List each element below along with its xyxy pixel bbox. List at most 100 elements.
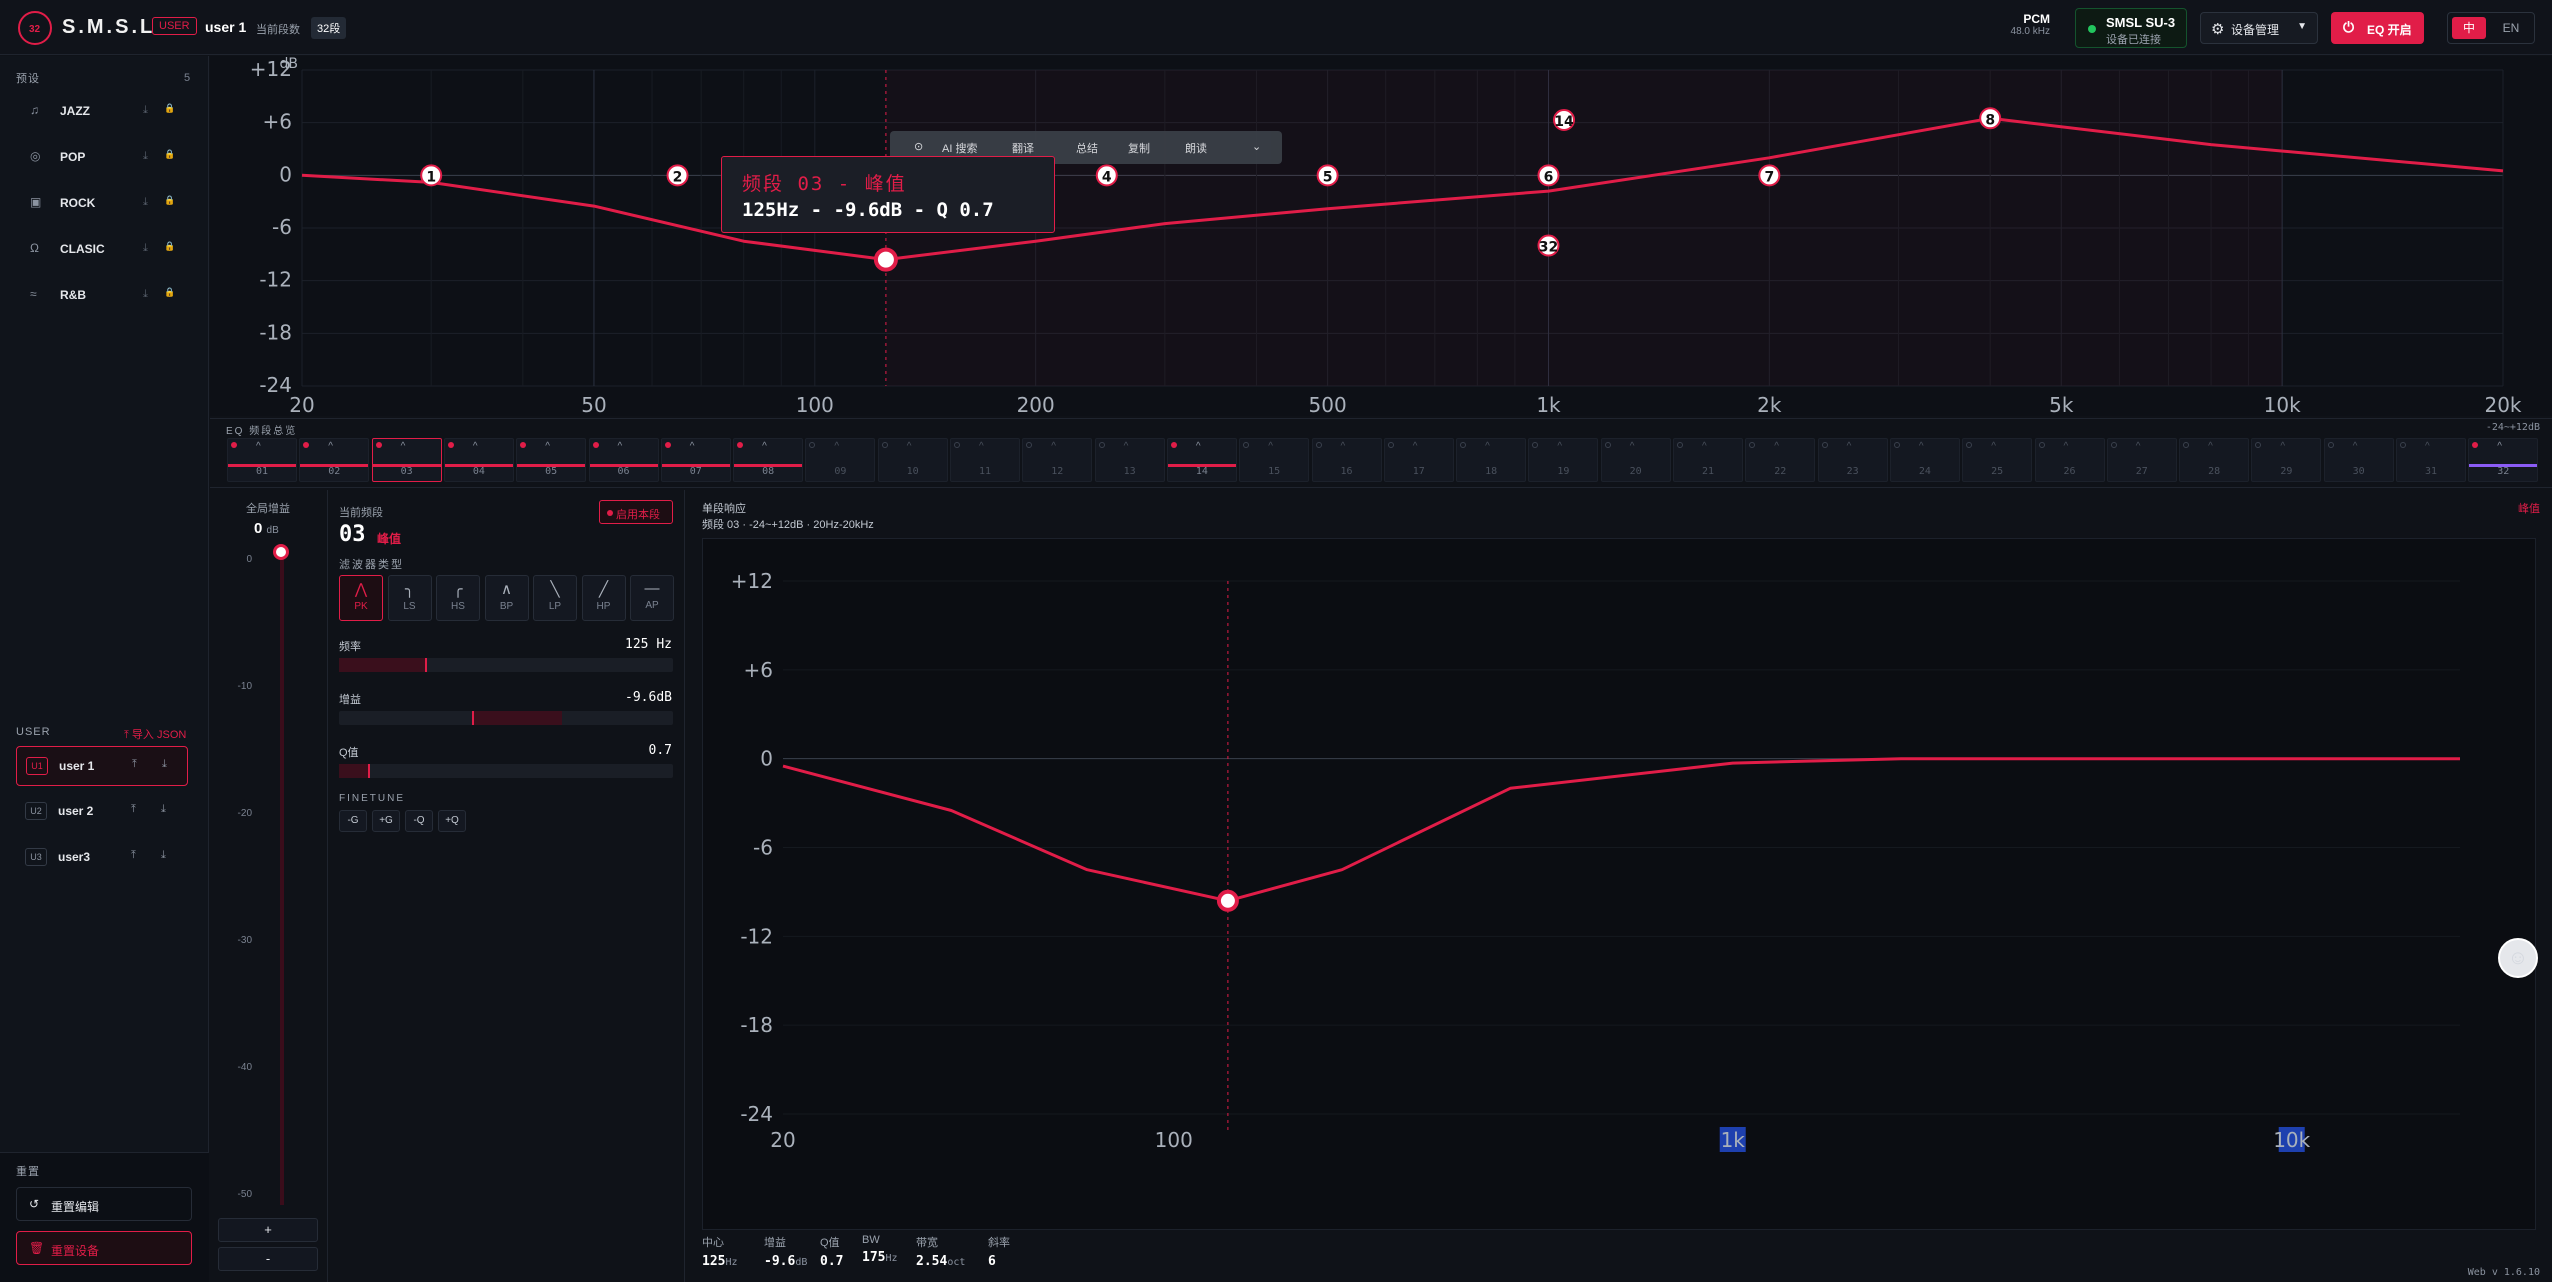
lock-icon[interactable]: 🔒 xyxy=(164,195,175,206)
download-icon[interactable]: ⤓ xyxy=(161,849,166,862)
export-icon[interactable]: ⤓ xyxy=(143,150,148,163)
filter-type-button[interactable]: ⋀ PK xyxy=(339,575,383,621)
band-cell[interactable]: ^ 30 xyxy=(2323,438,2394,482)
band-cell[interactable]: ^ 13 xyxy=(1094,438,1165,482)
eq-chart[interactable]: +12+60-6-12-18-2420 50 100 200 500 1k 2k 5k 10k 2… xyxy=(210,56,2552,417)
enable-band-button[interactable]: 启用本段 xyxy=(599,500,673,524)
lock-icon[interactable]: 🔒 xyxy=(164,241,175,252)
band-cell[interactable]: ^ 28 xyxy=(2179,438,2250,482)
gain-plus-button[interactable]: + xyxy=(218,1218,318,1242)
gain-knob[interactable] xyxy=(273,544,289,560)
lang-zh-button[interactable]: 中 xyxy=(2452,17,2486,39)
finetune-button[interactable]: -G xyxy=(339,810,367,832)
band-cell[interactable]: ^ 02 xyxy=(299,438,370,482)
reset-device-button[interactable]: 🗑 重置设备 xyxy=(16,1231,192,1265)
toolbar-button[interactable]: AI 搜索 xyxy=(942,140,977,156)
band-cell[interactable]: ^ 19 xyxy=(1528,438,1599,482)
filter-type-button[interactable]: ╮ LS xyxy=(387,575,432,621)
export-icon[interactable]: ⤓ xyxy=(143,242,148,255)
upload-icon[interactable]: ⤒ xyxy=(131,849,136,862)
band-cell[interactable]: ^ 15 xyxy=(1239,438,1310,482)
import-json-button[interactable]: ⤒ 导入 JSON xyxy=(124,726,186,742)
user-item[interactable]: U3 user3 ⤒ ⤓ xyxy=(16,838,188,878)
lock-icon[interactable]: 🔒 xyxy=(164,287,175,298)
user-item[interactable]: U2 user 2 ⤒ ⤓ xyxy=(16,792,188,832)
band-cell[interactable]: ^ 14 xyxy=(1166,438,1237,482)
export-icon[interactable]: ⤓ xyxy=(143,288,148,301)
finetune-button[interactable]: +G xyxy=(372,810,400,832)
filter-type-button[interactable]: ╭ HS xyxy=(436,575,480,621)
band-cell[interactable]: ^ 31 xyxy=(2396,438,2466,482)
pin-icon[interactable]: ⊙ xyxy=(914,140,923,153)
band-cell[interactable]: ^ 12 xyxy=(1022,438,1093,482)
gain-slider[interactable] xyxy=(339,711,673,725)
band-cell[interactable]: ^ 06 xyxy=(588,438,659,482)
band-cell[interactable]: ^ 03 xyxy=(371,438,442,482)
band-cell[interactable]: ^ 22 xyxy=(1745,438,1816,482)
filter-type-button[interactable]: ╲ LP xyxy=(533,575,577,621)
gain-minus-button[interactable]: - xyxy=(218,1247,318,1271)
band-cell[interactable]: ^ 08 xyxy=(733,438,804,482)
band-cell[interactable]: ^ 17 xyxy=(1383,438,1454,482)
response-type-link[interactable]: 峰值 xyxy=(2518,500,2540,516)
band-cell[interactable]: ^ 24 xyxy=(1889,438,1960,482)
preset-item[interactable]: ◎ POP ⤓ 🔒 xyxy=(16,139,196,177)
band-cell[interactable]: ^ 26 xyxy=(2034,438,2105,482)
filter-type-button[interactable]: — AP xyxy=(630,575,674,621)
band-cell[interactable]: ^ 09 xyxy=(805,438,876,482)
reset-edit-button[interactable]: ↺ 重置编辑 xyxy=(16,1187,192,1221)
toolbar-button[interactable]: 总结 xyxy=(1076,140,1098,156)
lang-en-button[interactable]: EN xyxy=(2494,17,2528,39)
band-cell[interactable]: ^ 23 xyxy=(1817,438,1888,482)
band-cell[interactable]: ^ 10 xyxy=(877,438,948,482)
band-cell[interactable]: ^ 29 xyxy=(2251,438,2322,482)
response-title: 单段响应 xyxy=(702,503,746,515)
export-icon[interactable]: ⤓ xyxy=(143,196,148,209)
download-icon[interactable]: ⤓ xyxy=(161,803,166,816)
download-icon[interactable]: ⤓ xyxy=(162,758,167,771)
q-slider[interactable] xyxy=(339,764,673,778)
eq-curve-graph[interactable]: +12 +6 0 -6 -12 -18 -24 20 50 100 200 500 1k 2k 5k 10k 2… xyxy=(210,56,2552,417)
band-cell[interactable]: ^ 21 xyxy=(1673,438,1743,482)
eq-toggle-button[interactable]: ⏻ EQ 开启 xyxy=(2331,12,2424,44)
toolbar-button[interactable]: 复制 xyxy=(1128,140,1150,156)
band-cell[interactable]: ^ 18 xyxy=(1456,438,1527,482)
band-cell[interactable]: ^ 16 xyxy=(1311,438,1382,482)
band-cell[interactable]: ^ 27 xyxy=(2106,438,2177,482)
preset-item[interactable]: Ω CLASIC ⤓ 🔒 xyxy=(16,231,196,269)
export-icon[interactable]: ⤓ xyxy=(143,104,148,117)
band-cell[interactable]: ^ 20 xyxy=(1600,438,1671,482)
toolbar-button[interactable]: 翻译 xyxy=(1012,140,1034,156)
current-band-number: 03 xyxy=(339,522,366,547)
band-enabled-dot-icon xyxy=(1170,442,1177,448)
segment-count[interactable]: 32段 xyxy=(311,17,347,39)
band-cell[interactable]: ^ 01 xyxy=(227,438,297,482)
preset-item[interactable]: ♫ JAZZ ⤓ 🔒 xyxy=(16,93,196,131)
preset-item[interactable]: ≈ R&B ⤓ 🔒 xyxy=(16,277,196,315)
filter-type-button[interactable]: ╱ HP xyxy=(581,575,626,621)
filter-type-button[interactable]: ∧ BP xyxy=(484,575,529,621)
preset-item[interactable]: ▣ ROCK ⤓ 🔒 xyxy=(16,185,196,223)
device-management-button[interactable]: ⚙ 设备管理 ▼ xyxy=(2200,12,2318,44)
finetune-button[interactable]: -Q xyxy=(405,810,433,832)
band-cell[interactable]: ^ 05 xyxy=(516,438,587,482)
upload-icon[interactable]: ⤒ xyxy=(132,758,137,771)
band-cell[interactable]: ^ 07 xyxy=(660,438,731,482)
lock-icon[interactable]: 🔒 xyxy=(164,103,175,114)
lock-icon[interactable]: 🔒 xyxy=(164,149,175,160)
band-cell[interactable]: ^ 25 xyxy=(1962,438,2033,482)
upload-icon[interactable]: ⤒ xyxy=(131,803,136,816)
toolbar-button[interactable]: 朗读 xyxy=(1185,140,1207,156)
finetune-button[interactable]: +Q xyxy=(438,810,466,832)
chevron-down-icon[interactable]: ⌄ xyxy=(1252,140,1261,153)
device-status[interactable]: SMSL SU-3 设备已连接 xyxy=(2075,8,2187,48)
preset-label: POP xyxy=(60,150,86,164)
band-number: 15 xyxy=(1268,466,1281,477)
band-cell[interactable]: ^ 11 xyxy=(950,438,1020,482)
peak-shape-icon: ^ xyxy=(617,441,623,452)
assistant-avatar-icon[interactable]: ☺ xyxy=(2498,938,2538,978)
band-cell[interactable]: ^ 32 xyxy=(2468,438,2539,482)
band-cell[interactable]: ^ 04 xyxy=(443,438,514,482)
freq-slider[interactable] xyxy=(339,658,673,672)
user-item[interactable]: U1 user 1 ⤒ ⤓ xyxy=(16,746,188,786)
